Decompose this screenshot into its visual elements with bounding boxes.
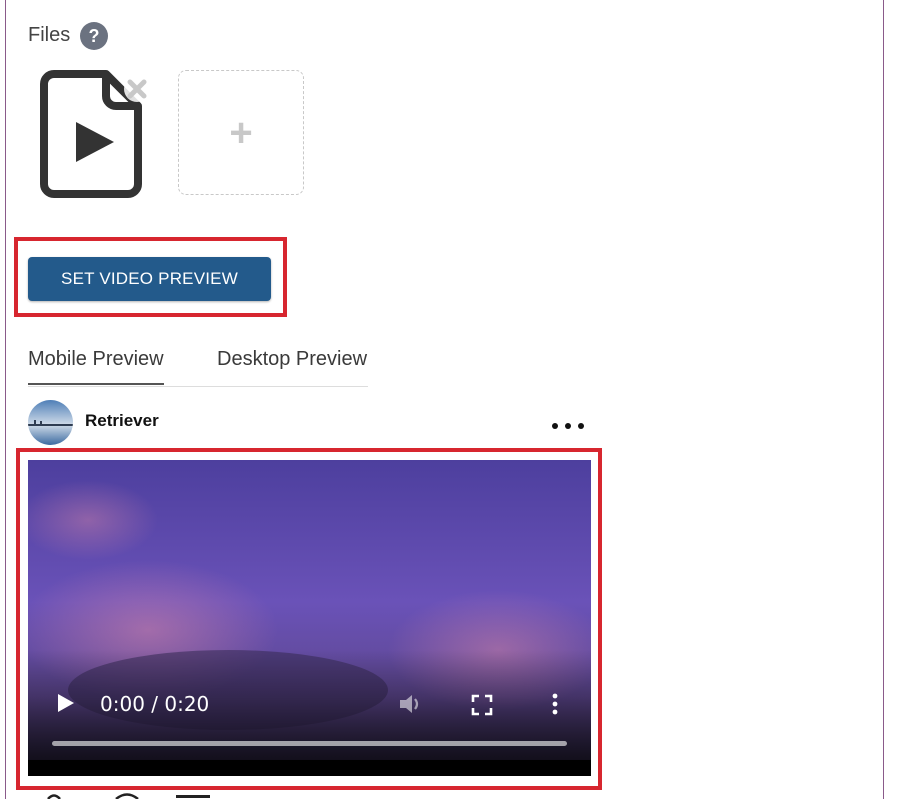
- more-vertical-icon[interactable]: [548, 692, 562, 716]
- video-progress-bar[interactable]: [52, 741, 567, 746]
- avatar: [28, 400, 73, 445]
- tab-desktop-preview[interactable]: Desktop Preview: [217, 348, 367, 371]
- video-controls: 0:00 / 0:20: [28, 460, 591, 776]
- close-icon[interactable]: [122, 74, 152, 104]
- volume-icon[interactable]: [398, 692, 424, 716]
- set-video-preview-button[interactable]: SET VIDEO PREVIEW: [28, 257, 271, 301]
- files-label: Files: [28, 24, 71, 46]
- time-display: 0:00 / 0:20: [100, 692, 210, 716]
- play-icon[interactable]: [56, 692, 76, 714]
- plus-icon: +: [229, 110, 253, 155]
- panel-border-right: [883, 0, 884, 799]
- preview-tabs: Mobile Preview Desktop Preview: [28, 344, 368, 387]
- post-action-icons: [47, 793, 210, 799]
- author-name: Retriever: [85, 411, 159, 430]
- add-file-slot[interactable]: +: [178, 70, 304, 195]
- fullscreen-icon[interactable]: [471, 694, 493, 716]
- panel-border-left: [5, 0, 6, 799]
- question-mark-icon[interactable]: ?: [80, 22, 108, 50]
- more-horizontal-icon[interactable]: [548, 412, 588, 436]
- video-player[interactable]: 0:00 / 0:20: [28, 460, 591, 776]
- tab-mobile-preview[interactable]: Mobile Preview: [28, 348, 164, 385]
